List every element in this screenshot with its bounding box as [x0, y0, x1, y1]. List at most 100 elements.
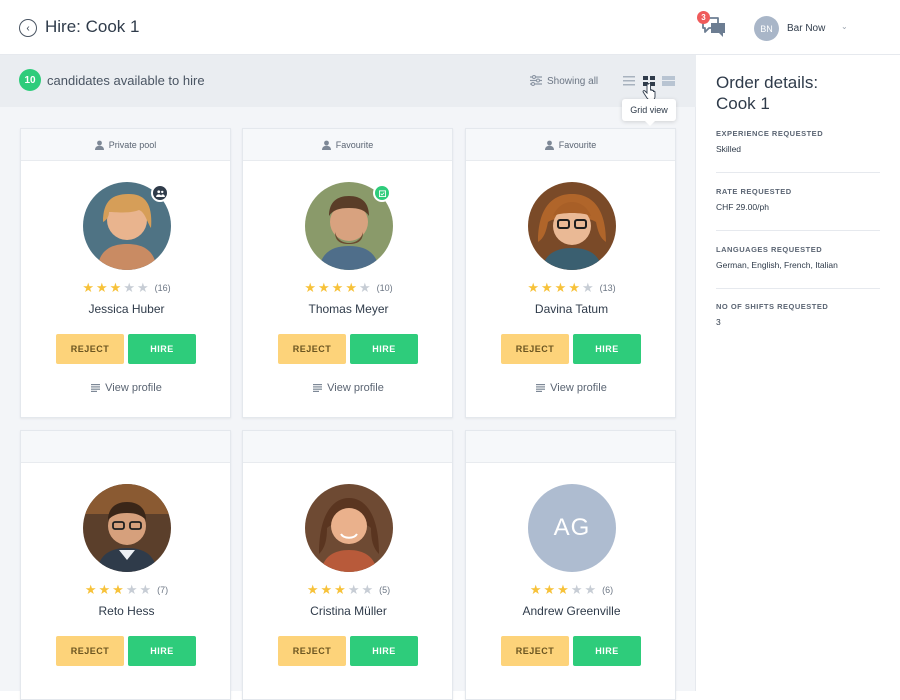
order-section: LANGUAGES REQUESTED German, English, Fre…	[716, 245, 880, 289]
review-count: (5)	[379, 585, 391, 595]
top-bar: ‹ Hire: Cook 1 3 BN Bar Now ⌄	[0, 0, 900, 55]
star-icon: ★	[557, 582, 569, 597]
star-icon: ★	[529, 582, 542, 597]
reject-button[interactable]: REJECT	[56, 636, 124, 666]
page-title: Hire: Cook 1	[45, 17, 140, 36]
section-label: RATE REQUESTED	[716, 187, 792, 196]
document-icon	[91, 384, 101, 392]
person-icon	[544, 140, 554, 150]
grid-view-tooltip: Grid view	[622, 99, 676, 126]
section-value: CHF 29.00/ph	[716, 202, 769, 212]
pool-label: Private pool	[108, 139, 157, 150]
candidate-card: ★ ★ ★ ★ ★ (7) Reto Hess REJECT HIRE	[20, 430, 231, 700]
candidate-card: AG ★ ★ ★ ★ ★ (6) Andrew Greenville REJECT HIR…	[465, 430, 676, 700]
hire-button[interactable]: HIRE	[350, 334, 418, 364]
order-details-title: Order details: Cook 1	[716, 72, 818, 114]
pool-label: Favourite	[335, 139, 374, 150]
chevron-down-icon[interactable]: ⌄	[841, 22, 848, 31]
document-icon	[536, 384, 546, 392]
card-header	[243, 431, 452, 463]
candidate-name: Davina Tatum	[534, 302, 609, 316]
star-icon: ★	[123, 280, 135, 295]
star-icon: ★	[109, 280, 122, 295]
star-icon: ★	[581, 280, 594, 295]
order-job-name: Cook 1	[716, 94, 770, 113]
hire-button[interactable]: HIRE	[128, 636, 196, 666]
candidate-count-badge: 10	[19, 69, 41, 91]
star-icon: ★	[139, 582, 152, 597]
candidate-photo[interactable]	[528, 182, 616, 270]
view-profile-link[interactable]: View profile	[243, 382, 454, 394]
view-profile-label: View profile	[105, 382, 162, 394]
review-count: (7)	[157, 585, 169, 595]
order-section: RATE REQUESTED CHF 29.00/ph	[716, 187, 880, 231]
view-profile-label: View profile	[550, 382, 607, 394]
rating-stars: ★ ★ ★ ★ ★ (7)	[21, 582, 232, 598]
review-count: (16)	[154, 283, 171, 293]
reject-button[interactable]: REJECT	[278, 636, 346, 666]
candidate-name: Jessica Huber	[88, 302, 165, 316]
person-icon	[94, 140, 104, 150]
reject-button[interactable]: REJECT	[278, 334, 346, 364]
candidate-initials-avatar[interactable]: AG	[528, 484, 616, 572]
group-icon	[151, 184, 169, 202]
star-icon: ★	[96, 280, 108, 295]
filter-icon[interactable]	[530, 75, 542, 86]
section-value: 3	[716, 317, 721, 327]
section-value: German, English, French, Italian	[716, 260, 838, 270]
star-icon: ★	[82, 280, 94, 295]
star-icon: ★	[334, 582, 346, 597]
star-icon: ★	[320, 582, 333, 597]
section-value: Skilled	[716, 144, 742, 154]
star-icon: ★	[112, 582, 124, 597]
avatar-initials: AG	[553, 514, 591, 541]
list-view-icon[interactable]	[623, 76, 635, 86]
candidate-name: Andrew Greenville	[522, 604, 621, 618]
view-profile-link[interactable]: View profile	[466, 382, 677, 394]
user-name[interactable]: Bar Now	[787, 23, 825, 34]
document-icon	[313, 384, 323, 392]
candidate-card: Favourite ★ ★ ★ ★ ★ (13) Davina Tatum REJECT …	[465, 128, 676, 418]
star-icon: ★	[347, 582, 360, 597]
order-section: NO OF SHIFTS REQUESTED 3	[716, 302, 880, 346]
rating-stars: ★ ★ ★ ★ ★ (16)	[21, 280, 232, 296]
reject-button[interactable]: REJECT	[501, 636, 569, 666]
star-icon: ★	[136, 280, 149, 295]
favourite-icon	[373, 184, 391, 202]
view-profile-link[interactable]: View profile	[21, 382, 232, 394]
star-icon: ★	[345, 280, 357, 295]
card-header	[21, 431, 230, 463]
star-icon: ★	[304, 280, 316, 295]
chevron-left-icon: ‹	[26, 22, 30, 34]
hire-button[interactable]: HIRE	[350, 636, 418, 666]
filter-dropdown[interactable]: Showing all	[547, 76, 598, 87]
reject-button[interactable]: REJECT	[501, 334, 569, 364]
star-icon: ★	[554, 280, 567, 295]
view-profile-label: View profile	[327, 382, 384, 394]
review-count: (6)	[602, 585, 614, 595]
user-avatar[interactable]: BN	[754, 16, 779, 41]
rating-stars: ★ ★ ★ ★ ★ (10)	[243, 280, 454, 296]
hire-button[interactable]: HIRE	[573, 334, 641, 364]
candidate-photo[interactable]	[305, 484, 393, 572]
star-icon: ★	[543, 582, 556, 597]
order-details-heading: Order details:	[716, 73, 819, 92]
hire-button[interactable]: HIRE	[128, 334, 196, 364]
candidates-toolbar: 10 candidates available to hire Showing …	[0, 55, 696, 107]
star-icon: ★	[361, 582, 374, 597]
person-icon	[321, 140, 331, 150]
review-count: (13)	[599, 283, 616, 293]
candidate-card: Private pool ★ ★ ★ ★ ★ (16) Jessica Huber REJ…	[20, 128, 231, 418]
back-button[interactable]: ‹	[19, 19, 37, 37]
rating-stars: ★ ★ ★ ★ ★ (6)	[466, 582, 677, 598]
candidate-name: Cristina Müller	[310, 604, 387, 618]
candidates-panel: 10 candidates available to hire Showing …	[0, 55, 696, 700]
candidate-photo[interactable]	[83, 484, 171, 572]
card-view-icon[interactable]	[662, 76, 675, 86]
hire-button[interactable]: HIRE	[573, 636, 641, 666]
star-icon: ★	[318, 280, 330, 295]
reject-button[interactable]: REJECT	[56, 334, 124, 364]
star-icon: ★	[98, 582, 111, 597]
star-icon: ★	[358, 280, 371, 295]
star-icon: ★	[584, 582, 597, 597]
